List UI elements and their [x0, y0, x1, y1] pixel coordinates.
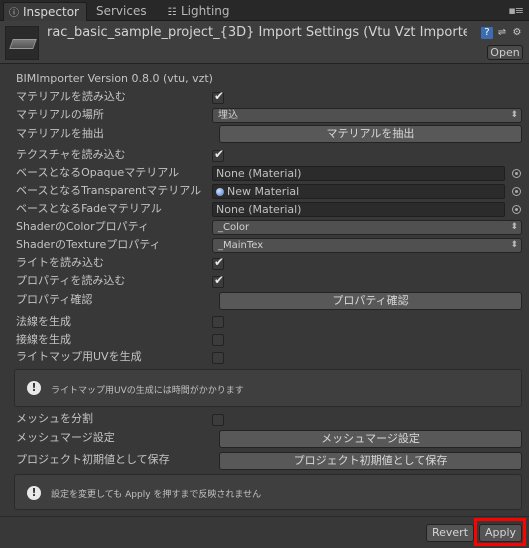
shader-color-label: ShaderのColorプロパティ [16, 220, 150, 233]
import-lights-checkbox[interactable] [212, 255, 224, 270]
base-transparent-field[interactable]: New Material [212, 184, 505, 199]
lightmap-help-text: ライトマップ用UVの生成には時間がかかります [51, 386, 244, 396]
import-lights-label: ライトを読み込む [16, 256, 104, 269]
asset-thumbnail [5, 26, 39, 60]
mesh-merge-button[interactable]: メッシュマージ設定 [219, 430, 522, 448]
material-location-dropdown[interactable]: 埋込 [212, 108, 522, 123]
save-default-label: プロジェクト初期値として保存 [16, 453, 170, 466]
extract-materials-button[interactable]: マテリアルを抽出 [219, 125, 522, 143]
gen-normals-label: 法線を生成 [16, 315, 71, 328]
tab-bar: ⓘ Inspector Services ☷ Lighting ▪≡ [0, 0, 529, 21]
base-transparent-label: ベースとなるTransparentマテリアル [16, 184, 202, 197]
shader-color-dropdown[interactable]: _Color [212, 220, 522, 235]
open-button[interactable]: Open [487, 45, 523, 60]
gen-tangents-label: 接線を生成 [16, 333, 71, 346]
lighting-icon: ☷ [167, 7, 177, 18]
object-picker-icon[interactable] [512, 205, 521, 214]
tab-services-label: Services [96, 4, 147, 18]
tab-inspector[interactable]: ⓘ Inspector [3, 2, 87, 21]
import-textures-label: テクスチャを読み込む [16, 148, 126, 161]
apply-help-box: ! 設定を変更しても Apply を押すまで反映されません [14, 474, 522, 510]
object-picker-icon[interactable] [512, 169, 521, 178]
revert-button[interactable]: Revert [426, 524, 474, 542]
import-properties-checkbox[interactable] [212, 273, 224, 288]
help-book-icon[interactable]: ? [481, 27, 493, 39]
tab-lighting-label: Lighting [181, 4, 230, 18]
base-fade-label: ベースとなるFadeマテリアル [16, 202, 162, 215]
tab-inspector-label: Inspector [23, 5, 79, 19]
info-icon: ! [27, 486, 41, 500]
check-properties-button[interactable]: プロパティ確認 [219, 292, 522, 310]
tab-lighting[interactable]: ☷ Lighting [162, 2, 232, 21]
info-icon: ! [27, 381, 41, 395]
preset-icon[interactable]: ⇌ [496, 27, 508, 39]
object-picker-icon[interactable] [512, 187, 521, 196]
gen-normals-checkbox[interactable] [212, 316, 224, 328]
base-fade-field[interactable]: None (Material) [212, 202, 505, 217]
gen-tangents-checkbox[interactable] [212, 334, 224, 346]
apply-highlight-box [474, 518, 526, 546]
settings-gear-icon[interactable]: ⚙ [511, 27, 523, 39]
material-sphere-icon [216, 188, 224, 196]
split-mesh-label: メッシュを分割 [16, 412, 93, 425]
material-location-label: マテリアルの場所 [16, 108, 104, 121]
extract-materials-label: マテリアルを抽出 [16, 127, 104, 140]
tab-menu-icon[interactable]: ▪≡ [508, 4, 524, 17]
split-mesh-checkbox[interactable] [212, 414, 224, 426]
apply-help-text: 設定を変更しても Apply を押すまで反映されません [51, 490, 262, 500]
base-opaque-field[interactable]: None (Material) [212, 166, 505, 181]
base-transparent-value: New Material [227, 185, 300, 198]
shader-texture-dropdown[interactable]: _MainTex [212, 238, 522, 253]
import-properties-label: プロパティを読み込む [16, 274, 126, 287]
footer-divider [0, 516, 529, 517]
gen-lightmap-uv-checkbox[interactable] [212, 352, 224, 364]
check-properties-label: プロパティ確認 [16, 293, 93, 306]
mesh-merge-label: メッシュマージ設定 [16, 431, 115, 444]
asset-title: rac_basic_sample_project_{3D} Import Set… [47, 25, 467, 40]
import-textures-checkbox[interactable] [212, 147, 224, 162]
shader-texture-label: ShaderのTextureプロパティ [16, 238, 161, 251]
gen-lightmap-uv-label: ライトマップ用UVを生成 [16, 350, 142, 363]
import-materials-checkbox[interactable] [212, 89, 224, 104]
import-materials-label: マテリアルを読み込む [16, 90, 126, 103]
version-label: BIMImporter Version 0.8.0 (vtu, vzt) [16, 72, 213, 85]
save-default-button[interactable]: プロジェクト初期値として保存 [219, 452, 522, 470]
lightmap-help-box: ! ライトマップ用UVの生成には時間がかかります [14, 369, 522, 407]
tab-services[interactable]: Services [92, 2, 158, 21]
base-opaque-label: ベースとなるOpaqueマテリアル [16, 166, 180, 179]
inspector-header: rac_basic_sample_project_{3D} Import Set… [0, 21, 529, 64]
